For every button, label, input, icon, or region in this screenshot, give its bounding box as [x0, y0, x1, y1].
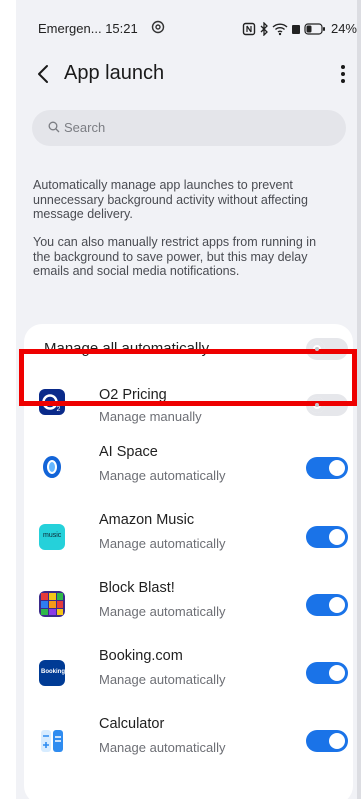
battery-percent: 24% [330, 21, 357, 36]
svg-text:2: 2 [57, 406, 61, 413]
amazon-music-icon: music [39, 524, 65, 550]
calculator-icon [39, 728, 65, 754]
app-row-ai-space[interactable]: AI Space Manage automatically [24, 434, 353, 496]
booking-icon-label: Booking [41, 669, 65, 675]
wifi-icon [272, 22, 288, 35]
search-placeholder: Search [64, 120, 106, 135]
signal-icon [291, 24, 300, 34]
o2-icon: 2 [39, 389, 65, 415]
app-row-booking[interactable]: Booking Booking.com Manage automatically [24, 638, 353, 700]
description-automatic: Automatically manage app launches to pre… [33, 178, 308, 221]
nfc-icon [242, 22, 256, 35]
ai-space-icon [39, 454, 65, 480]
app-row-o2-pricing[interactable]: 2 O2 Pricing Manage manually [24, 372, 353, 434]
block-blast-icon [39, 591, 65, 617]
app-toggle-o2-pricing[interactable] [306, 394, 348, 416]
battery-icon [304, 22, 325, 35]
app-row-calculator[interactable]: Calculator Manage automatically [24, 706, 353, 768]
manage-all-row[interactable]: Manage all automatically [24, 324, 353, 372]
status-icons: 24% [242, 21, 357, 36]
more-options-icon[interactable] [333, 62, 353, 86]
page-title: App launch [64, 62, 165, 84]
scroll-edge [357, 0, 361, 799]
app-row-block-blast[interactable]: Block Blast! Manage automatically [24, 570, 353, 632]
app-name: Block Blast! [99, 580, 175, 596]
app-toggle-calculator[interactable] [306, 730, 348, 752]
booking-icon: Booking [39, 660, 65, 686]
app-toggle-booking[interactable] [306, 662, 348, 684]
search-icon [48, 121, 60, 133]
app-toggle-amazon-music[interactable] [306, 526, 348, 548]
app-status: Manage automatically [99, 740, 226, 755]
app-status: Manage automatically [99, 536, 226, 551]
app-status: Manage automatically [99, 672, 226, 687]
settings-gear-icon [151, 20, 165, 34]
app-name: Calculator [99, 716, 165, 732]
app-list-card: Manage all automatically 2 O2 Pricing Ma… [24, 324, 353, 799]
app-name: Amazon Music [99, 512, 195, 528]
app-toggle-block-blast[interactable] [306, 594, 348, 616]
manage-all-toggle[interactable] [306, 338, 348, 360]
back-arrow-icon[interactable] [32, 62, 56, 86]
app-name: Booking.com [99, 648, 183, 664]
screen: Emergen... 15:21 24% App launch Search A… [16, 0, 361, 799]
app-header: App launch [16, 58, 361, 92]
bluetooth-icon [260, 21, 268, 36]
app-row-amazon-music[interactable]: music Amazon Music Manage automatically [24, 502, 353, 564]
app-toggle-ai-space[interactable] [306, 457, 348, 479]
status-bar: Emergen... 15:21 24% [16, 18, 361, 42]
description-manual: You can also manually restrict apps from… [33, 235, 317, 278]
manage-all-label: Manage all automatically [44, 340, 210, 357]
app-status: Manage automatically [99, 604, 226, 619]
app-name: AI Space [99, 444, 158, 460]
search-input[interactable]: Search [32, 110, 346, 146]
status-text: Emergen... 15:21 [38, 21, 138, 36]
app-name: O2 Pricing [99, 387, 167, 403]
app-status: Manage manually [99, 409, 202, 424]
app-status: Manage automatically [99, 468, 226, 483]
amazon-music-icon-label: music [43, 532, 62, 539]
